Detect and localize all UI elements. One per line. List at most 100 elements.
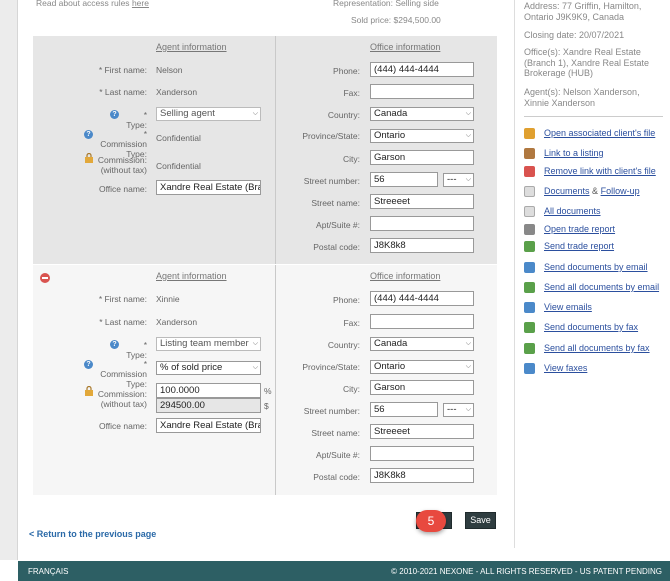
lock-icon (85, 153, 93, 163)
last-name-label: * Last name: (99, 87, 147, 97)
left-margin (0, 0, 18, 560)
country-select-value: Canada (374, 108, 408, 119)
postal-input[interactable]: J8K8k8 (370, 468, 474, 483)
commission-type-label: * Commission Type: (100, 359, 147, 389)
commission-type-select[interactable]: % of sold price ⌵ (156, 361, 261, 375)
province-select-value: Ontario (374, 130, 406, 141)
fax-input[interactable] (370, 314, 474, 329)
commission-percent-input[interactable]: 100.0000 (156, 383, 261, 398)
closing-date-text: Closing date: 20/07/2021 (524, 30, 625, 40)
office-name-label: Office name: (98, 184, 147, 194)
office-name-label: Office name: (98, 421, 147, 431)
street-suffix-select[interactable]: --- ⌵ (443, 173, 474, 187)
percent-unit: % (264, 386, 272, 396)
sidebar-link-label: View faxes (544, 363, 588, 373)
save-button[interactable]: Save (465, 512, 496, 529)
sidebar-link-label: Link to a listing (544, 148, 604, 158)
country-select[interactable]: Canada ⌵ (370, 337, 474, 351)
commission-value: Confidential (156, 161, 201, 171)
copyright-text: © 2010-2021 NEXONE - ALL RIGHTS RESERVED… (391, 567, 662, 576)
type-select: Selling agent ⌵ (156, 107, 261, 121)
province-label: Province/State: (302, 362, 360, 372)
address-text: Address: 77 Griffin, Hamilton, Ontario J… (524, 1, 642, 22)
chevron-down-icon: ⌵ (252, 110, 258, 117)
block-divider (275, 265, 276, 495)
postal-label: Postal code: (313, 242, 360, 252)
return-link[interactable]: < Return to the previous page (29, 529, 156, 539)
type-label: * Type: (126, 110, 147, 130)
agent-block-1: Agent information Office information * F… (33, 36, 497, 264)
fax-all-icon (524, 343, 535, 354)
sidebar-link-label: View emails (544, 302, 592, 312)
sidebar-link-label: All documents (544, 206, 601, 216)
office-name-input[interactable]: Xandre Real Estate (Bra (156, 180, 261, 195)
street-number-label: Street number: (303, 176, 360, 186)
help-icon[interactable]: ? (84, 360, 93, 369)
street-number-label: Street number: (303, 406, 360, 416)
street-number-input[interactable]: 56 (370, 172, 438, 187)
last-name-value: Xanderson (156, 317, 198, 327)
commission-type-value: % of sold price (160, 362, 223, 373)
commission-amount-field: 294500.00 (156, 398, 261, 413)
access-rules-text: Read about access rules here (36, 0, 149, 8)
agents-text: Agent(s): Nelson Xanderson, Xinnie Xande… (524, 87, 640, 108)
chevron-down-icon: ⌵ (465, 363, 471, 370)
phone-input[interactable]: (444) 444-4444 (370, 62, 474, 77)
last-name-value: Xanderson (156, 87, 198, 97)
street-suffix-select[interactable]: --- ⌵ (443, 403, 474, 417)
help-icon[interactable]: ? (110, 110, 119, 119)
street-suffix-value: --- (447, 404, 457, 415)
street-name-label: Street name: (311, 428, 360, 438)
remove-agent-icon[interactable] (40, 273, 50, 283)
country-label: Country: (327, 110, 360, 120)
language-link[interactable]: FRANÇAIS (28, 567, 68, 576)
first-name-value: Nelson (156, 65, 183, 75)
document-icon (524, 186, 535, 197)
phone-label: Phone: (333, 295, 360, 305)
street-suffix-value: --- (447, 174, 457, 185)
chevron-down-icon: ⌵ (465, 340, 471, 347)
help-icon[interactable]: ? (84, 130, 93, 139)
province-select[interactable]: Ontario ⌵ (370, 360, 474, 374)
sidebar-link-label: Send documents by fax (544, 322, 639, 332)
postal-input[interactable]: J8K8k8 (370, 238, 474, 253)
apt-label: Apt/Suite #: (316, 450, 360, 460)
street-name-input[interactable]: Streeeet (370, 424, 474, 439)
help-icon[interactable]: ? (110, 340, 119, 349)
access-rules-link[interactable]: here (132, 0, 149, 8)
sidebar-link-label: Open trade report (544, 224, 616, 234)
office-info-title: Office information (370, 271, 441, 281)
apt-input[interactable] (370, 216, 474, 231)
envelope-icon (524, 302, 535, 313)
follow-up-link[interactable]: Follow-up (601, 186, 640, 196)
right-sidebar: Address: 77 Griffin, Hamilton, Ontario J… (514, 0, 670, 548)
type-select-value: Selling agent (160, 108, 215, 119)
documents-link[interactable]: Documents (544, 186, 590, 196)
country-select-value: Canada (374, 338, 408, 349)
province-label: Province/State: (302, 131, 360, 141)
country-select[interactable]: Canada ⌵ (370, 107, 474, 121)
street-name-input[interactable]: Streeeet (370, 194, 474, 209)
phone-input[interactable]: (444) 444-4444 (370, 291, 474, 306)
city-input[interactable]: Garson (370, 150, 474, 165)
province-select-value: Ontario (374, 361, 406, 372)
city-label: City: (343, 384, 360, 394)
sidebar-link-label: Send trade report (544, 241, 615, 251)
offices-text: Office(s): Xandre Real Estate (Branch 1)… (524, 47, 650, 78)
city-input[interactable]: Garson (370, 380, 474, 395)
fax-input[interactable] (370, 84, 474, 99)
sold-price-text: Sold price: $294,500.00 (351, 15, 441, 25)
ampersand-text: & (592, 186, 599, 196)
office-name-input[interactable]: Xandre Real Estate (Bra (156, 418, 261, 433)
first-name-label: * First name: (98, 65, 147, 75)
street-number-input[interactable]: 56 (370, 402, 438, 417)
sidebar-link-label: Send all documents by email (544, 282, 660, 292)
email-all-icon (524, 282, 535, 293)
footer: FRANÇAIS © 2010-2021 NEXONE - ALL RIGHTS… (18, 561, 670, 581)
fax-label: Fax: (343, 88, 360, 98)
province-select[interactable]: Ontario ⌵ (370, 129, 474, 143)
apt-label: Apt/Suite #: (316, 220, 360, 230)
folder-remove-icon (524, 166, 535, 177)
folder-open-icon (524, 128, 535, 139)
apt-input[interactable] (370, 446, 474, 461)
